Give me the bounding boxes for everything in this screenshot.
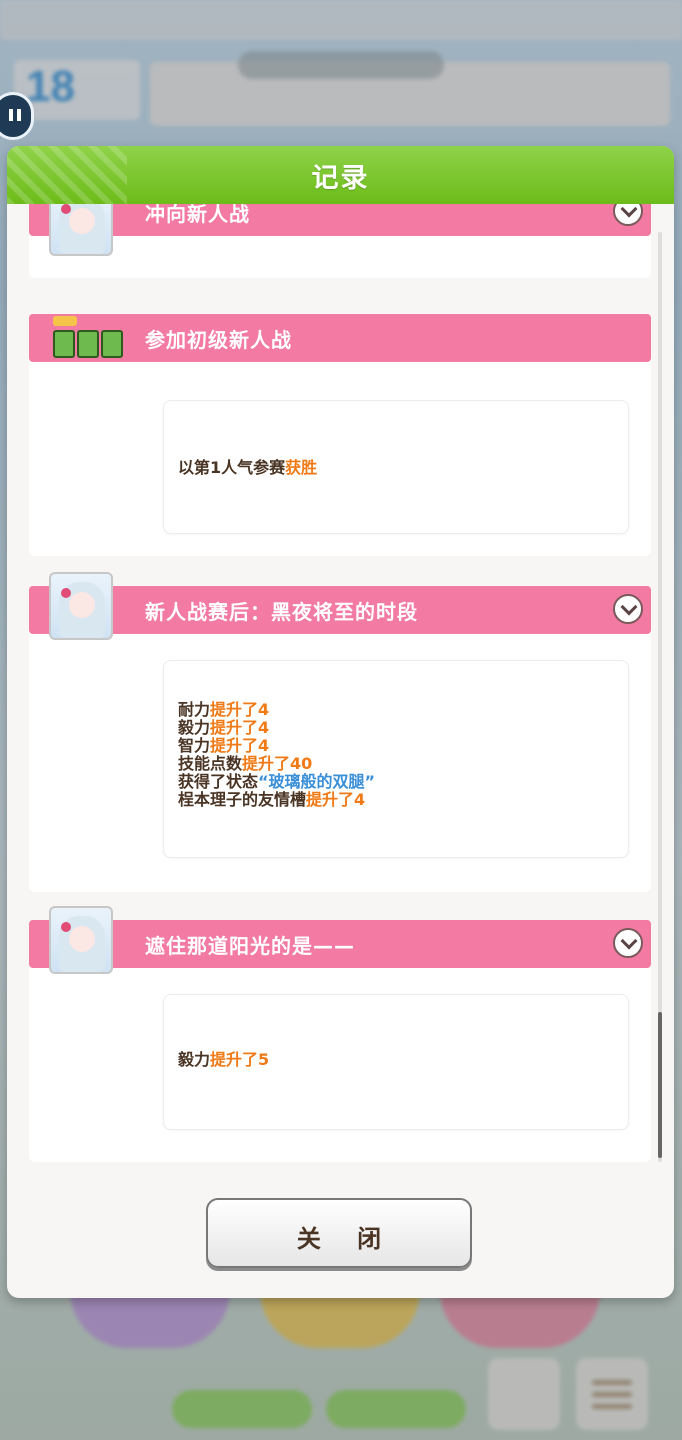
record-line: 智力提升了4 xyxy=(178,736,270,755)
close-button-label: 关 闭 xyxy=(296,1225,396,1253)
character-portrait-icon xyxy=(49,906,113,974)
close-button[interactable]: 关 闭 xyxy=(206,1198,472,1268)
chevron-down-icon[interactable] xyxy=(613,204,643,226)
record-entry-title: 遮住那道阳光的是—— xyxy=(145,934,355,958)
record-dialog: 记录 冲向新人战 参加初级新人战 以第1人气参赛获胜 新人战赛后：黑夜将至的时段… xyxy=(7,146,674,1298)
record-detail-box: 以第1人气参赛获胜 xyxy=(163,400,629,534)
chevron-down-icon[interactable] xyxy=(613,594,643,624)
record-line: 毅力提升了5 xyxy=(178,1050,270,1069)
record-entry: 参加初级新人战 以第1人气参赛获胜 xyxy=(29,314,651,556)
scrollbar-thumb[interactable] xyxy=(658,1012,662,1158)
record-line: 耐力提升了4 xyxy=(178,700,270,719)
record-entry: 遮住那道阳光的是—— 毅力提升了5 xyxy=(29,906,651,1162)
record-entry-header[interactable]: 遮住那道阳光的是—— xyxy=(29,920,651,968)
dialog-title: 记录 xyxy=(311,163,370,194)
record-entry-title: 冲向新人战 xyxy=(145,204,250,226)
dialog-header: 记录 xyxy=(7,146,674,204)
record-detail-box: 毅力提升了5 xyxy=(163,994,629,1130)
record-line: 获得了状态“玻璃般的双腿” xyxy=(178,772,376,791)
character-portrait-icon xyxy=(49,572,113,640)
record-line: 桯本理子的友情槽提升了4 xyxy=(178,790,366,809)
record-entry-title: 参加初级新人战 xyxy=(145,328,292,352)
record-entry-header[interactable]: 冲向新人战 xyxy=(29,204,651,236)
record-line: 毅力提升了4 xyxy=(178,718,270,737)
record-entry: 新人战赛后：黑夜将至的时段 耐力提升了4 毅力提升了4 智力提升了4 技能点数提… xyxy=(29,572,651,892)
race-trophy-icon xyxy=(47,316,129,360)
record-list[interactable]: 冲向新人战 参加初级新人战 以第1人气参赛获胜 新人战赛后：黑夜将至的时段 耐力… xyxy=(7,204,674,1184)
record-lines: 耐力提升了4 毅力提升了4 智力提升了4 技能点数提升了40 获得了状态“玻璃般… xyxy=(178,701,375,809)
record-line: 技能点数提升了40 xyxy=(178,754,313,773)
record-entry-header[interactable]: 新人战赛后：黑夜将至的时段 xyxy=(29,586,651,634)
record-entry-title: 新人战赛后：黑夜将至的时段 xyxy=(145,600,418,624)
character-portrait-icon xyxy=(49,204,113,256)
record-entry: 冲向新人战 xyxy=(29,204,651,278)
chevron-down-icon[interactable] xyxy=(613,928,643,958)
record-detail-box: 耐力提升了4 毅力提升了4 智力提升了4 技能点数提升了40 获得了状态“玻璃般… xyxy=(163,660,629,858)
record-line: 以第1人气参赛获胜 xyxy=(178,458,318,477)
